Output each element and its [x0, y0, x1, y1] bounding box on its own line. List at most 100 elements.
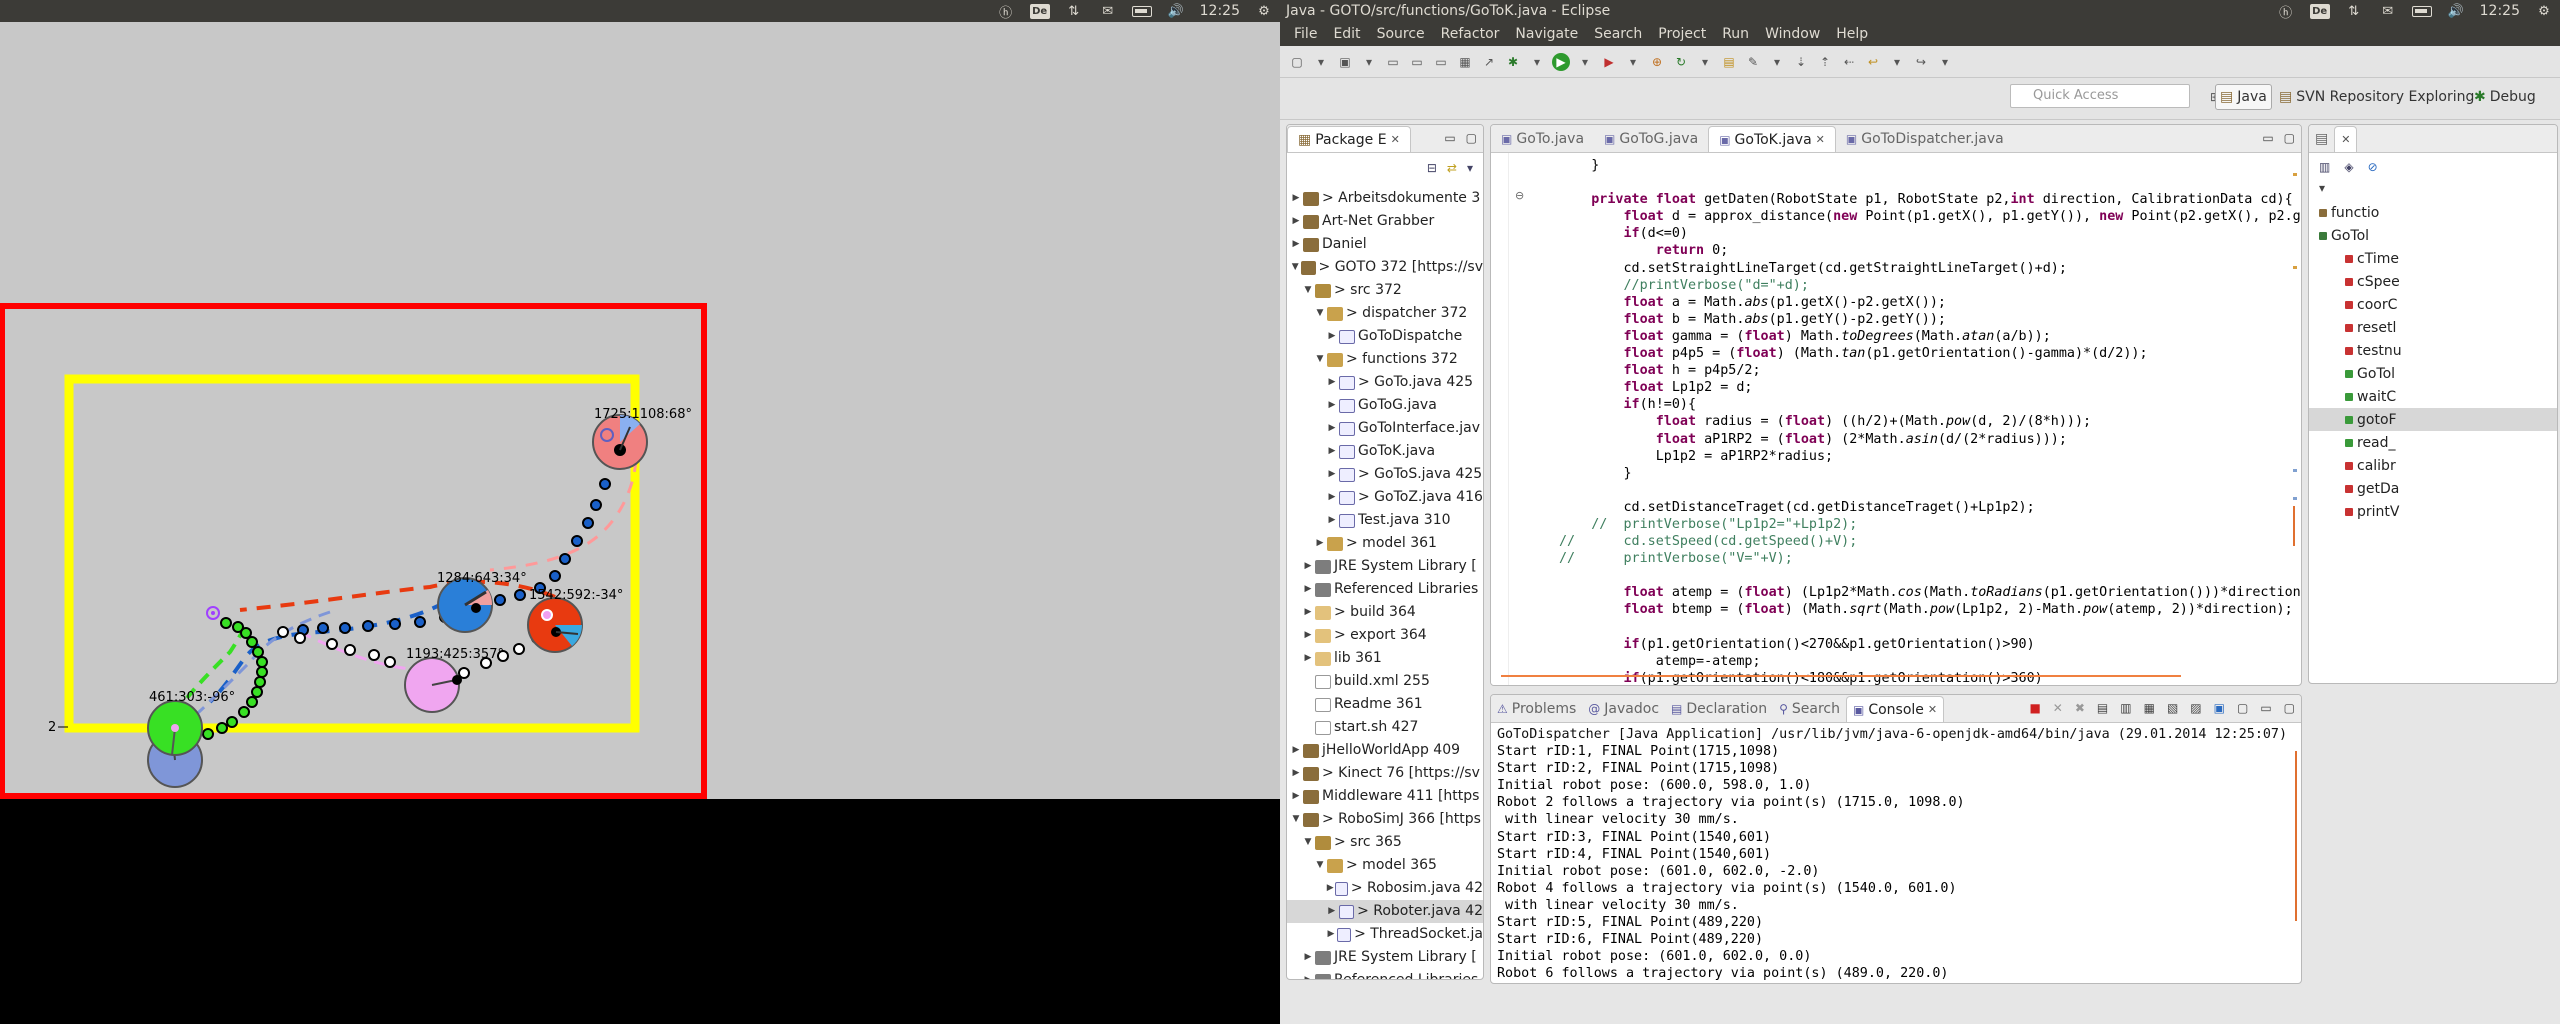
maximize-icon[interactable]: ▢ — [1466, 131, 1477, 145]
code-line[interactable]: //printVerbose("d="+d); — [1559, 277, 2301, 294]
outline-item[interactable]: GoTol — [2309, 362, 2557, 385]
expanded-arrow-icon[interactable]: ▼ — [1313, 854, 1327, 877]
word-wrap-icon[interactable]: ▦ — [2144, 701, 2155, 715]
pin-icon[interactable]: ↗ — [1480, 53, 1498, 71]
collapsed-arrow-icon[interactable]: ▶ — [1289, 785, 1303, 808]
tree-item[interactable]: ▶ > Kinect 76 [https://sv — [1287, 762, 1483, 785]
refresh-icon[interactable]: ↻ — [1672, 53, 1690, 71]
scroll-lock-icon[interactable]: ▥ — [2120, 701, 2131, 715]
outline-item[interactable]: coorC — [2309, 293, 2557, 316]
tab-gotok-java[interactable]: ▣ GoToK.java ✕ — [1708, 126, 1836, 152]
minimize-icon[interactable]: ▭ — [1444, 131, 1455, 145]
remove-all-icon[interactable]: ✖ — [2075, 701, 2085, 715]
display-console-icon[interactable]: ▣ — [2214, 701, 2225, 715]
tree-item[interactable]: ▶ JRE System Library [ — [1287, 555, 1483, 578]
outline-item[interactable]: cTime — [2309, 247, 2557, 270]
dropdown-icon[interactable]: ▾ — [1888, 53, 1906, 71]
maximize-icon[interactable]: ▢ — [2284, 701, 2295, 715]
code-line[interactable]: atemp=-atemp; — [1559, 653, 2301, 670]
tree-item[interactable]: ▶ Test.java 310 — [1287, 509, 1483, 532]
collapsed-arrow-icon[interactable]: ▶ — [1301, 601, 1315, 624]
collapsed-arrow-icon[interactable]: ▶ — [1289, 762, 1303, 785]
dropdown-icon[interactable]: ▾ — [1768, 53, 1786, 71]
hide-static-icon[interactable]: ⊘ — [2368, 160, 2378, 174]
code-line[interactable]: float d = approx_distance(new Point(p1.g… — [1559, 208, 2302, 225]
outline-item[interactable]: resetl — [2309, 316, 2557, 339]
code-line[interactable]: float aP1RP2 = (float) (2*Math.asin(d/(2… — [1559, 431, 2301, 448]
collapsed-arrow-icon[interactable]: ▶ — [1301, 946, 1315, 969]
dropdown-icon[interactable]: ▾ — [1624, 53, 1642, 71]
code-text[interactable]: } private float getDaten(RobotState p1, … — [1491, 153, 2301, 685]
simulation-canvas[interactable]: 2 1725:1108:68° 1284:643:34° 1542:592:-3… — [0, 22, 1280, 799]
tree-item[interactable]: ▶ GoToInterface.jav — [1287, 417, 1483, 440]
code-line[interactable] — [1559, 174, 2301, 191]
tree-item[interactable]: ▶ > Robosim.java 42 — [1287, 877, 1483, 900]
collapsed-arrow-icon[interactable]: ▶ — [1325, 486, 1339, 509]
menu-window[interactable]: Window — [1757, 26, 1828, 42]
close-icon[interactable]: ✕ — [1928, 703, 1937, 716]
view-menu-icon[interactable]: ▾ — [1467, 161, 1473, 175]
collapsed-arrow-icon[interactable]: ▶ — [1301, 647, 1315, 670]
volume-icon[interactable]: 🔊 — [2446, 3, 2466, 19]
code-line[interactable]: float radius = (float) ((h/2)+(Math.pow(… — [1559, 413, 2301, 430]
console-scrollbar[interactable] — [2295, 751, 2297, 921]
code-line[interactable]: cd.setDistanceTraget(cd.getDistanceTrage… — [1559, 499, 2301, 516]
tree-item[interactable]: ▶ jHelloWorldApp 409 — [1287, 739, 1483, 762]
tab-problems[interactable]: ⚠ Problems — [1491, 696, 1582, 722]
tree-item[interactable]: ▼ > dispatcher 372 — [1287, 302, 1483, 325]
close-icon[interactable]: ✕ — [1391, 133, 1400, 146]
collapsed-arrow-icon[interactable]: ▶ — [1301, 578, 1315, 601]
code-line[interactable]: cd.setStraightLineTarget(cd.getStraightL… — [1559, 260, 2301, 277]
code-line[interactable]: float b = Math.abs(p1.getY()-p2.getY()); — [1559, 311, 2301, 328]
outline-item[interactable]: getDa — [2309, 477, 2557, 500]
outline-menu-icon[interactable]: ▾ — [2309, 181, 2557, 195]
collapsed-arrow-icon[interactable]: ▶ — [1301, 624, 1315, 647]
prev-annotation-icon[interactable]: ⇡ — [1816, 53, 1834, 71]
collapsed-arrow-icon[interactable]: ▶ — [1289, 739, 1303, 762]
expanded-arrow-icon[interactable]: ▼ — [1289, 256, 1301, 279]
outline-item[interactable]: testnu — [2309, 339, 2557, 362]
outline-item[interactable]: waitC — [2309, 385, 2557, 408]
last-edit-icon[interactable]: ⇠ — [1840, 53, 1858, 71]
menu-navigate[interactable]: Navigate — [1507, 26, 1586, 42]
code-line[interactable]: Lp1p2 = aP1RP2*radius; — [1559, 448, 2301, 465]
expanded-arrow-icon[interactable]: ▼ — [1301, 831, 1315, 854]
forward-icon[interactable]: ↪ — [1912, 53, 1930, 71]
tab-gotog-java[interactable]: ▣ GoToG.java — [1594, 126, 1708, 152]
tree-item[interactable]: ▼ > src 372 — [1287, 279, 1483, 302]
menu-refactor[interactable]: Refactor — [1433, 26, 1508, 42]
battery-icon[interactable] — [1131, 3, 1152, 19]
network-icon[interactable]: ⇅ — [2344, 3, 2364, 19]
code-line[interactable]: float btemp = (float) (Math.sqrt(Math.po… — [1559, 601, 2301, 618]
tree-item[interactable]: ▶ GoToK.java — [1287, 440, 1483, 463]
tab-outline[interactable]: ▤ — [2309, 126, 2334, 152]
tab-console[interactable]: ▣ Console ✕ — [1846, 696, 1945, 722]
expanded-arrow-icon[interactable]: ▼ — [1313, 348, 1327, 371]
dropdown-icon[interactable]: ▾ — [1576, 53, 1594, 71]
tree-item[interactable]: ▶ JRE System Library [ — [1287, 946, 1483, 969]
tab-gotodispatcher-java[interactable]: ▣ GoToDispatcher.java — [1836, 126, 2014, 152]
menu-help[interactable]: Help — [1828, 26, 1876, 42]
gear-icon[interactable]: ⚙ — [2534, 3, 2554, 19]
gear-icon[interactable]: ⚙ — [1254, 3, 1274, 19]
code-line[interactable]: if(d<=0) — [1559, 225, 2301, 242]
outline-item[interactable]: printV — [2309, 500, 2557, 523]
new-console-icon[interactable]: ▢ — [2237, 701, 2248, 715]
collapsed-arrow-icon[interactable]: ▶ — [1313, 532, 1327, 555]
code-line[interactable]: } — [1559, 465, 2301, 482]
quick-access-input[interactable]: Quick Access — [2010, 84, 2190, 108]
expanded-arrow-icon[interactable]: ▼ — [1301, 279, 1315, 302]
mail-icon[interactable]: ✉ — [2378, 3, 2398, 19]
next-annotation-icon[interactable]: ⇣ — [1792, 53, 1810, 71]
back-icon[interactable]: ↩ — [1864, 53, 1882, 71]
battery-icon[interactable] — [2411, 3, 2432, 19]
sort-icon[interactable]: ▥ — [2319, 160, 2330, 174]
code-line[interactable]: float p4p5 = (float) (Math.tan(p1.getOri… — [1559, 345, 2301, 362]
tree-item[interactable]: ▼ > RoboSimJ 366 [https — [1287, 808, 1483, 831]
pin-console-icon[interactable]: ▧ — [2167, 701, 2178, 715]
code-line[interactable]: // cd.setSpeed(cd.getSpeed()+V); — [1559, 533, 2301, 550]
dropdown-icon[interactable]: ▾ — [1528, 53, 1546, 71]
save-all-icon[interactable]: ▭ — [1408, 53, 1426, 71]
tree-item[interactable]: ▶ > Roboter.java 42 — [1287, 900, 1483, 923]
code-line[interactable] — [1559, 619, 2301, 636]
